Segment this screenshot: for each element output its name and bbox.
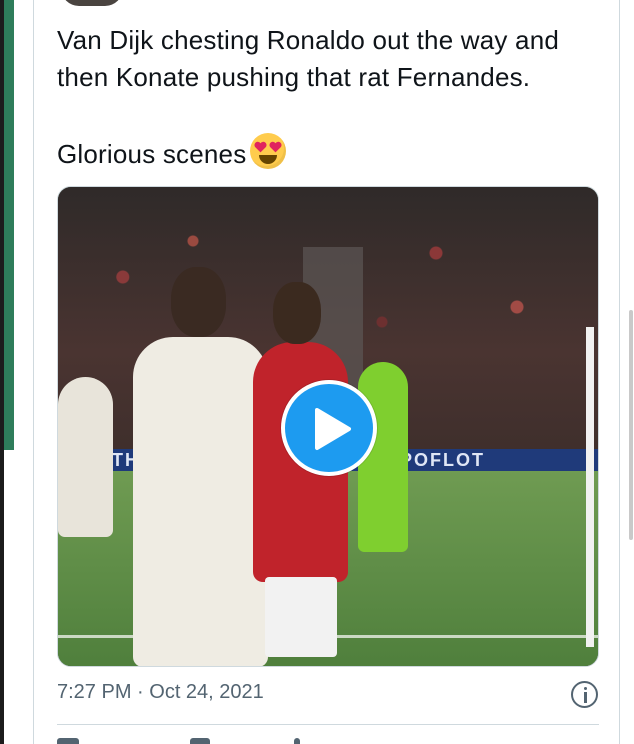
share-icon[interactable] [294,738,300,744]
scrollbar[interactable] [629,310,633,540]
tweet-text-line-3: Glorious scenes [57,139,247,169]
play-button[interactable] [281,380,377,476]
ad-board-text-right: POFLOT [400,450,485,470]
reply-icon[interactable] [190,738,210,744]
page: Van Dijk chesting Ronaldo out the way an… [0,0,634,744]
embedding-page-border [0,0,4,744]
heart-eyes-emoji-icon [250,133,287,169]
video-frame-player-white-left [58,377,113,537]
info-icon[interactable] [571,681,598,708]
tweet-text-line-1: Van Dijk chesting Ronaldo out the way an… [57,25,560,55]
divider [57,724,599,725]
video-player[interactable]: ETH POFLOT [57,186,599,667]
tweet-text-line-2: then Konate pushing that rat Fernandes. [57,62,531,92]
play-icon [315,408,351,450]
video-frame-player-white [133,267,268,666]
tweet-timestamp[interactable]: 7:27 PM · Oct 24, 2021 [57,681,264,704]
tweet-text: Van Dijk chesting Ronaldo out the way an… [57,22,607,173]
like-icon[interactable] [57,738,79,744]
video-frame-goalpost [586,327,594,647]
